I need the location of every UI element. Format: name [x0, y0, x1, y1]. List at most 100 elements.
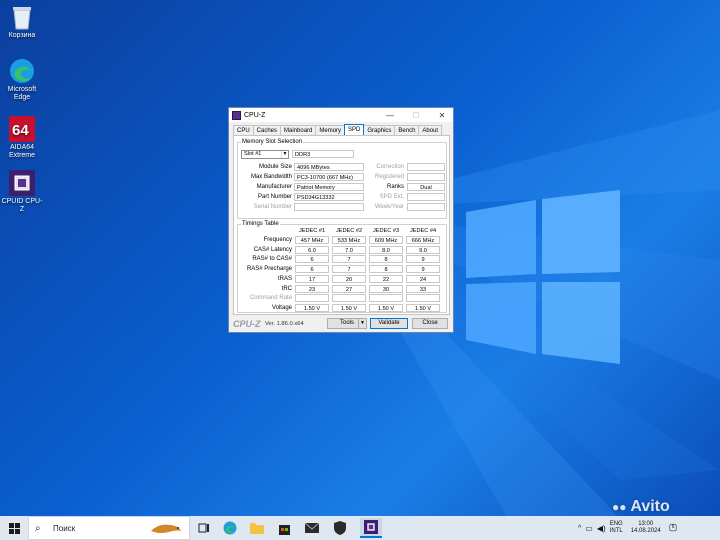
- volume-icon[interactable]: ◀): [597, 524, 606, 533]
- cpuz-window[interactable]: CPU-Z — ☐ ✕ CPU Caches Mainboard Memory …: [228, 107, 454, 333]
- title-bar[interactable]: CPU-Z — ☐ ✕: [229, 108, 453, 122]
- task-view-button[interactable]: [196, 520, 212, 536]
- edge-icon: [9, 58, 35, 84]
- desktop-icon-recycle-bin[interactable]: Корзина: [0, 4, 44, 40]
- search-placeholder: Поиск: [53, 523, 76, 533]
- desktop-icon-edge[interactable]: Microsoft Edge: [0, 58, 44, 102]
- spd-ext-label: SPD Ext.: [379, 194, 404, 200]
- taskbar-explorer[interactable]: [249, 520, 265, 536]
- notifications-button[interactable]: ▢ 6: [669, 522, 681, 534]
- taskbar: ⌕ Поиск ^ ▭ ◀) ENG INTL 13:00 14.08.2024: [0, 516, 720, 540]
- timing-cell: 24: [406, 274, 440, 283]
- correction-field: [407, 163, 445, 171]
- cpuz-icon: [364, 520, 378, 534]
- timing-cell: 609 MHz: [369, 236, 403, 244]
- timing-row-label: tRAS: [277, 275, 292, 282]
- close-window-button[interactable]: ✕: [433, 108, 451, 122]
- jedec1-header: JEDEC #1: [298, 228, 326, 234]
- timing-cell: [295, 294, 329, 303]
- tab-mainboard[interactable]: Mainboard: [280, 125, 317, 135]
- memory-slot-group-title: Memory Slot Selection: [241, 138, 304, 146]
- timing-cell: 533 MHz: [332, 236, 366, 244]
- tab-spd[interactable]: SPD: [344, 124, 365, 135]
- network-icon[interactable]: ▭: [585, 524, 593, 533]
- timing-row-label: Frequency: [263, 237, 292, 243]
- timing-cell: 7: [332, 255, 366, 264]
- timing-cell: 33: [406, 284, 440, 293]
- clock[interactable]: 13:00 14.08.2024: [631, 521, 661, 535]
- timing-cell: 23: [295, 284, 329, 293]
- timing-cell: 7.0: [332, 245, 366, 254]
- timing-cell: 6: [295, 265, 329, 274]
- desktop-icon-cpuz[interactable]: CPUID CPU-Z: [0, 170, 44, 214]
- timing-row-label: CAS# Latency: [253, 246, 292, 253]
- avito-watermark: ●● Avito: [612, 498, 670, 516]
- minimize-icon: —: [386, 110, 394, 120]
- start-button[interactable]: [0, 516, 28, 540]
- avito-dots-icon: ●●: [612, 500, 627, 514]
- taskbar-security[interactable]: [332, 520, 348, 536]
- max-bandwidth-field: PC3-10700 (667 MHz): [294, 173, 364, 181]
- tab-caches[interactable]: Caches: [252, 125, 282, 135]
- taskbar-edge[interactable]: [222, 520, 238, 536]
- chevron-down-icon: ▼: [281, 151, 288, 158]
- footer-bar: CPU-Z Ver. 1.86.0.x64 Tools ▼ Validate C…: [233, 318, 450, 330]
- spd-ext-field: [407, 193, 445, 201]
- timing-cell: 8: [369, 255, 403, 264]
- tab-cpu[interactable]: CPU: [233, 125, 254, 135]
- task-view-icon: [198, 523, 209, 533]
- notification-count: 6: [671, 524, 675, 530]
- taskbar-mail[interactable]: [304, 520, 320, 536]
- store-icon: [278, 524, 290, 535]
- timing-cell: 1.50 V: [406, 303, 440, 312]
- taskbar-cpuz[interactable]: [360, 518, 382, 538]
- validate-button[interactable]: Validate: [370, 318, 408, 329]
- tools-button-label: Tools: [339, 320, 354, 326]
- tab-graphics[interactable]: Graphics: [363, 125, 396, 135]
- timing-cell: 1.50 V: [369, 303, 403, 312]
- timings-table-title: Timings Table: [241, 220, 280, 228]
- memory-type-field: DDR3: [292, 150, 354, 158]
- tools-button[interactable]: Tools ▼: [327, 318, 367, 329]
- timing-row-label: RAS# to CAS#: [252, 256, 292, 263]
- timing-cell: 9.0: [406, 245, 440, 254]
- timing-cell: 30: [369, 284, 403, 293]
- memory-slot-group: Memory Slot Selection Slot #1 ▼ DDR3 Mod…: [237, 138, 447, 219]
- timing-cell: 7: [332, 265, 366, 274]
- edge-icon: [223, 521, 237, 535]
- timings-table-group: Timings Table JEDEC #1 JEDEC #2 JEDEC #3…: [237, 220, 447, 313]
- cpuz-app-icon: [232, 110, 241, 120]
- tab-about[interactable]: About: [418, 125, 443, 135]
- minimize-button[interactable]: —: [381, 108, 399, 122]
- slot-select[interactable]: Slot #1 ▼: [241, 150, 289, 159]
- recycle-bin-icon: [9, 4, 35, 30]
- timing-cell: 1.50 V: [332, 303, 366, 312]
- timing-row-label: tRC: [281, 285, 292, 292]
- part-number-field: PSD34G13332: [294, 193, 364, 201]
- search-highlight-lizard-icon: [151, 524, 181, 533]
- timing-cell: 6: [295, 255, 329, 264]
- timing-cell: 1.50 V: [295, 303, 329, 312]
- module-size-field: 4096 MBytes: [294, 163, 364, 171]
- timing-cell: 9: [406, 255, 440, 264]
- chevron-down-icon: ▼: [358, 319, 366, 328]
- taskbar-search[interactable]: ⌕ Поиск: [28, 516, 190, 540]
- timing-cell: 666 MHz: [406, 236, 440, 244]
- timing-cell: 20: [332, 274, 366, 283]
- timing-row-label: RAS# Precharge: [246, 266, 292, 273]
- tab-bench[interactable]: Bench: [394, 125, 420, 135]
- svg-text:64: 64: [12, 122, 29, 139]
- cpuz-brand: CPU-Z: [233, 319, 261, 329]
- taskbar-store[interactable]: [276, 520, 292, 536]
- language-indicator[interactable]: ENG INTL: [610, 521, 623, 535]
- clock-time: 13:00: [638, 521, 654, 527]
- desktop-icon-aida64[interactable]: 64 AIDA64 Extreme: [0, 116, 44, 160]
- chevron-up-icon[interactable]: ^: [578, 525, 581, 532]
- tab-memory[interactable]: Memory: [315, 125, 346, 135]
- window-title: CPU-Z: [244, 111, 266, 119]
- timing-cell: 8: [369, 265, 403, 274]
- week-year-field: [407, 203, 445, 211]
- maximize-icon: ☐: [412, 110, 420, 120]
- jedec4-header: JEDEC #4: [409, 228, 437, 234]
- close-button[interactable]: Close: [412, 318, 448, 329]
